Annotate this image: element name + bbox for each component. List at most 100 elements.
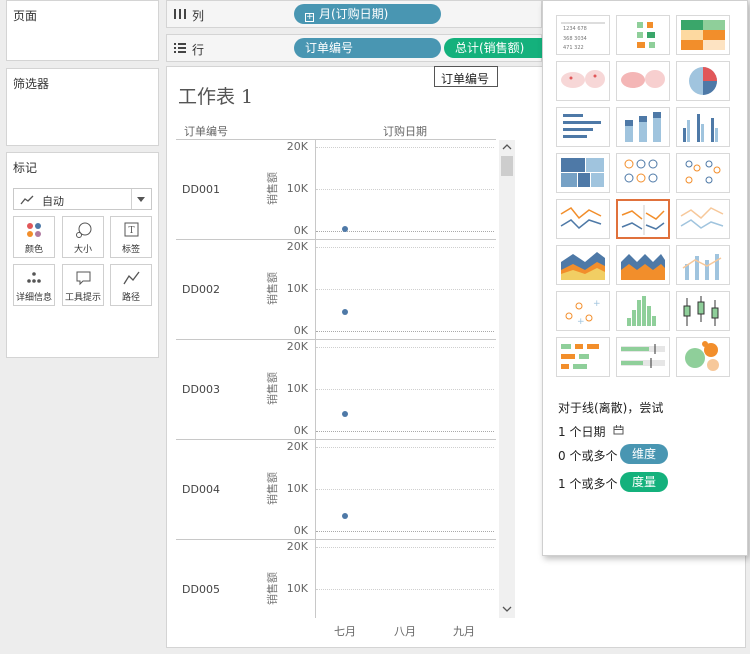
box-whisker-option[interactable]	[676, 291, 730, 331]
scrollbar-thumb[interactable]	[501, 156, 513, 176]
side-by-side-bars-option[interactable]	[676, 107, 730, 147]
detail-button[interactable]: 详细信息	[13, 264, 55, 306]
text-table-option[interactable]: 1234 678 368 3034 471 322	[556, 15, 610, 55]
side-by-side-circles-option[interactable]	[676, 153, 730, 193]
path-icon	[123, 271, 140, 285]
scatter-plot-option[interactable]: + +	[556, 291, 610, 331]
lines-continuous-option[interactable]	[556, 199, 610, 239]
packed-bubbles-icon	[685, 341, 719, 371]
heat-map-option[interactable]	[616, 15, 670, 55]
dual-combination-option[interactable]	[676, 245, 730, 285]
row-separator	[176, 339, 496, 340]
mark-type-label: 自动	[42, 195, 64, 208]
tooltip-button[interactable]: 工具提示	[62, 264, 104, 306]
size-button[interactable]: 大小	[62, 216, 104, 258]
y-tick: 10K	[286, 382, 308, 395]
columns-label: 列	[192, 9, 205, 23]
row-label[interactable]: DD004	[182, 483, 220, 496]
lines-continuous-icon	[560, 207, 602, 230]
columns-icon	[174, 9, 186, 19]
stacked-bars-option[interactable]	[616, 107, 670, 147]
symbol-map-icon	[561, 70, 605, 88]
row-label[interactable]: DD003	[182, 383, 220, 396]
y-tick: 20K	[286, 140, 308, 153]
label-button[interactable]: T 标签	[110, 216, 152, 258]
highlight-table-option[interactable]	[676, 15, 730, 55]
filled-map-option[interactable]	[616, 61, 670, 101]
histogram-option[interactable]	[616, 291, 670, 331]
svg-text:+: +	[577, 317, 585, 327]
side-by-side-bars-icon	[683, 114, 718, 142]
y-tick: 10K	[286, 182, 308, 195]
scroll-up-icon[interactable]	[502, 144, 512, 150]
stacked-bars-icon	[625, 112, 661, 142]
row-label[interactable]: DD002	[182, 283, 220, 296]
lines-discrete-option[interactable]	[616, 199, 670, 239]
dual-lines-option[interactable]	[676, 199, 730, 239]
expand-plus-icon: +	[305, 12, 314, 22]
gridline	[316, 447, 494, 448]
mark-type-dropdown[interactable]: 自动	[13, 188, 152, 210]
zero-line	[316, 531, 494, 532]
row-pill-sum-sales[interactable]: 总计(销售额)	[444, 38, 542, 58]
row-separator	[176, 239, 496, 240]
treemap-option[interactable]	[556, 153, 610, 193]
x-tick-0: 七月	[334, 625, 356, 638]
x-tick-2: 九月	[453, 625, 475, 638]
tooltip-icon	[76, 271, 91, 286]
row-label[interactable]: DD001	[182, 183, 220, 196]
gantt-chart-option[interactable]	[556, 337, 610, 377]
side-by-side-circles-icon	[685, 160, 721, 184]
circle-views-option[interactable]	[616, 153, 670, 193]
gridline	[316, 589, 494, 590]
area-continuous-icon	[561, 252, 605, 280]
gridline	[316, 389, 494, 390]
pages-panel[interactable]: 页面	[6, 0, 159, 61]
path-button[interactable]: 路径	[110, 264, 152, 306]
column-pill-month-order-date[interactable]: + 月(订购日期)	[294, 4, 441, 24]
bullet-graph-option[interactable]	[616, 337, 670, 377]
filters-panel[interactable]: 筛选器	[6, 68, 159, 146]
y-tick: 0K	[293, 324, 308, 337]
scroll-down-icon[interactable]	[502, 606, 512, 612]
y-tick: 10K	[286, 282, 308, 295]
header-separator	[176, 139, 496, 140]
row-separator	[176, 439, 496, 440]
y-tick: 20K	[286, 440, 308, 453]
svg-text:T: T	[129, 226, 135, 236]
dropdown-divider	[131, 189, 132, 209]
pill-tooltip-text: 订单编号	[441, 72, 490, 86]
color-button-label: 颜色	[24, 245, 43, 255]
row-pill-1-label: 订单编号	[305, 41, 354, 55]
horizontal-bars-icon	[563, 114, 601, 138]
packed-bubbles-option[interactable]	[676, 337, 730, 377]
color-button[interactable]: 颜色	[13, 216, 55, 258]
area-discrete-option[interactable]	[616, 245, 670, 285]
hint-measure-prefix: 1 个或多个	[558, 477, 618, 491]
hint-dimension-prefix: 0 个或多个	[558, 449, 618, 463]
path-button-label: 路径	[121, 293, 140, 303]
y-tick: 0K	[293, 424, 308, 437]
hint-dimension-pill: 维度	[620, 444, 668, 464]
hint-measure-pill: 度量	[620, 472, 668, 492]
data-point[interactable]	[342, 225, 348, 232]
horizontal-bars-option[interactable]	[556, 107, 610, 147]
area-discrete-icon	[621, 254, 665, 280]
pie-chart-option[interactable]	[676, 61, 730, 101]
chevron-down-icon	[137, 197, 145, 202]
treemap-icon	[561, 158, 604, 187]
row-pill-order-id[interactable]: 订单编号	[294, 38, 441, 58]
symbol-map-option[interactable]	[556, 61, 610, 101]
gridline	[316, 547, 494, 548]
y-tick: 10K	[286, 582, 308, 595]
column-header: 订购日期	[383, 125, 427, 138]
detail-dots-icon	[27, 272, 41, 283]
pill-tooltip: 订单编号	[434, 66, 498, 87]
gridline	[316, 147, 494, 148]
area-continuous-option[interactable]	[556, 245, 610, 285]
vertical-scrollbar[interactable]	[499, 140, 515, 618]
x-tick-1: 八月	[394, 625, 416, 638]
row-label[interactable]: DD005	[182, 583, 220, 596]
dual-lines-icon	[680, 207, 724, 229]
detail-button-label: 详细信息	[15, 293, 52, 303]
